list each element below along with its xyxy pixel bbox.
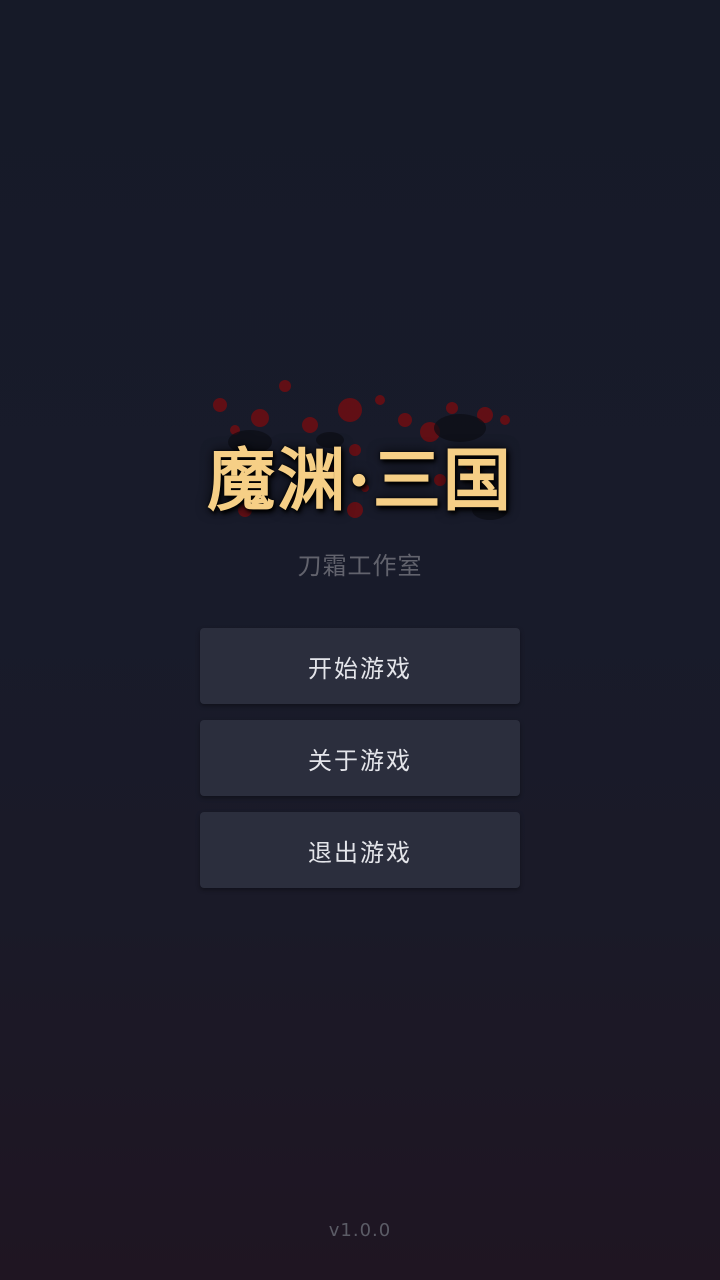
exit-game-button[interactable]: 退出游戏 xyxy=(200,812,520,888)
version-label: v1.0.0 xyxy=(328,1220,392,1241)
studio-name: 刀霜工作室 xyxy=(297,552,423,580)
about-game-button[interactable]: 关于游戏 xyxy=(200,720,520,796)
start-game-button[interactable]: 开始游戏 xyxy=(200,628,520,704)
title-screen: 魔渊·三国 刀霜工作室 开始游戏 关于游戏 退出游戏 v1.0.0 xyxy=(0,0,720,1280)
game-title: 魔渊·三国 xyxy=(207,441,513,521)
